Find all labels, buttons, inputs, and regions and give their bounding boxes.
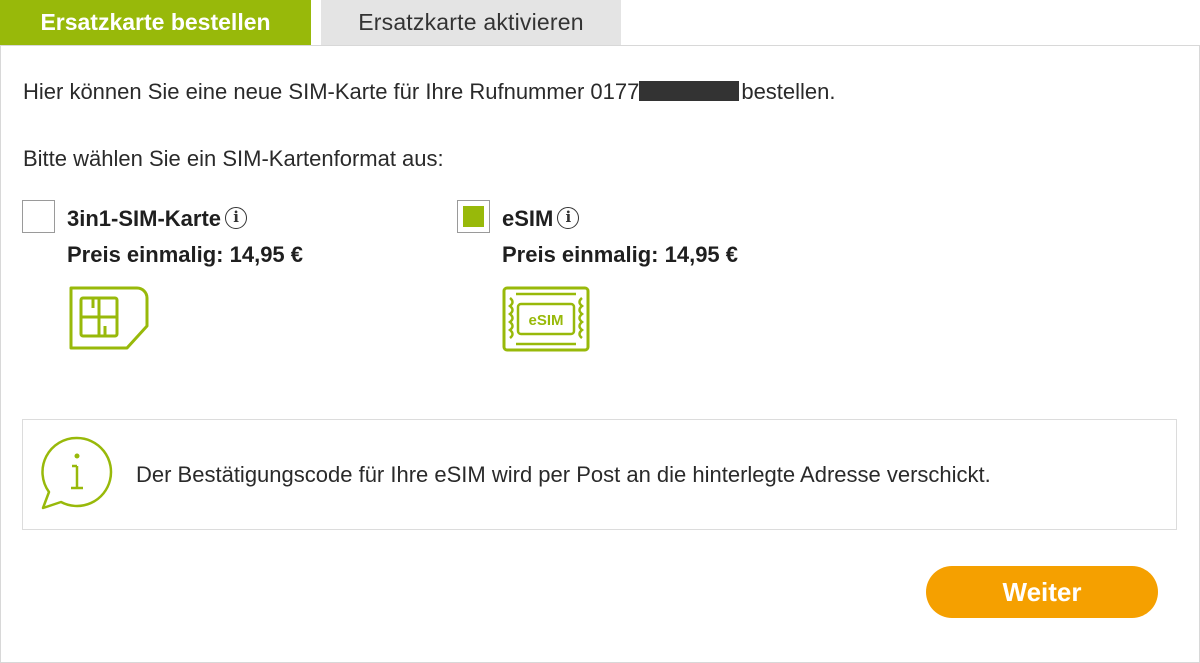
- esim-checkbox[interactable]: [457, 200, 490, 233]
- notice-text: Der Bestätigungscode für Ihre eSIM wird …: [136, 462, 991, 487]
- esim-option-label: eSIM: [502, 206, 554, 231]
- info-icon[interactable]: i: [225, 207, 248, 229]
- tab-bar: Ersatzkarte bestellen Ersatzkarte aktivi…: [0, 0, 1200, 45]
- weiter-button[interactable]: Weiter: [926, 566, 1158, 618]
- esim-icon: eSIM: [502, 284, 592, 357]
- esim-option-name: eSIM i: [502, 206, 580, 232]
- sim-card-icon: [67, 284, 155, 357]
- esim-notice: Der Bestätigungscode für Ihre eSIM wird …: [22, 419, 1177, 530]
- intro-text-after: bestellen.: [741, 79, 836, 104]
- info-icon[interactable]: i: [557, 207, 580, 229]
- sim-option-label: 3in1-SIM-Karte: [67, 206, 222, 231]
- sim-option-name: 3in1-SIM-Karte i: [67, 206, 248, 232]
- sim-checkbox[interactable]: [22, 200, 55, 233]
- format-prompt: Bitte wählen Sie ein SIM-Kartenformat au…: [23, 146, 444, 171]
- esim-icon-text: eSIM: [528, 312, 563, 329]
- sim-option-price: Preis einmalig: 14,95 €: [67, 242, 304, 267]
- intro-text-before: Hier können Sie eine neue SIM-Karte für …: [23, 79, 640, 104]
- tab-ersatzkarte-bestellen[interactable]: Ersatzkarte bestellen: [0, 0, 311, 45]
- intro-text: Hier können Sie eine neue SIM-Karte für …: [23, 79, 836, 105]
- info-bubble-icon: [37, 434, 117, 519]
- esim-option-price: Preis einmalig: 14,95 €: [502, 242, 739, 267]
- redacted-number: [639, 81, 740, 101]
- tab-ersatzkarte-aktivieren[interactable]: Ersatzkarte aktivieren: [321, 0, 621, 45]
